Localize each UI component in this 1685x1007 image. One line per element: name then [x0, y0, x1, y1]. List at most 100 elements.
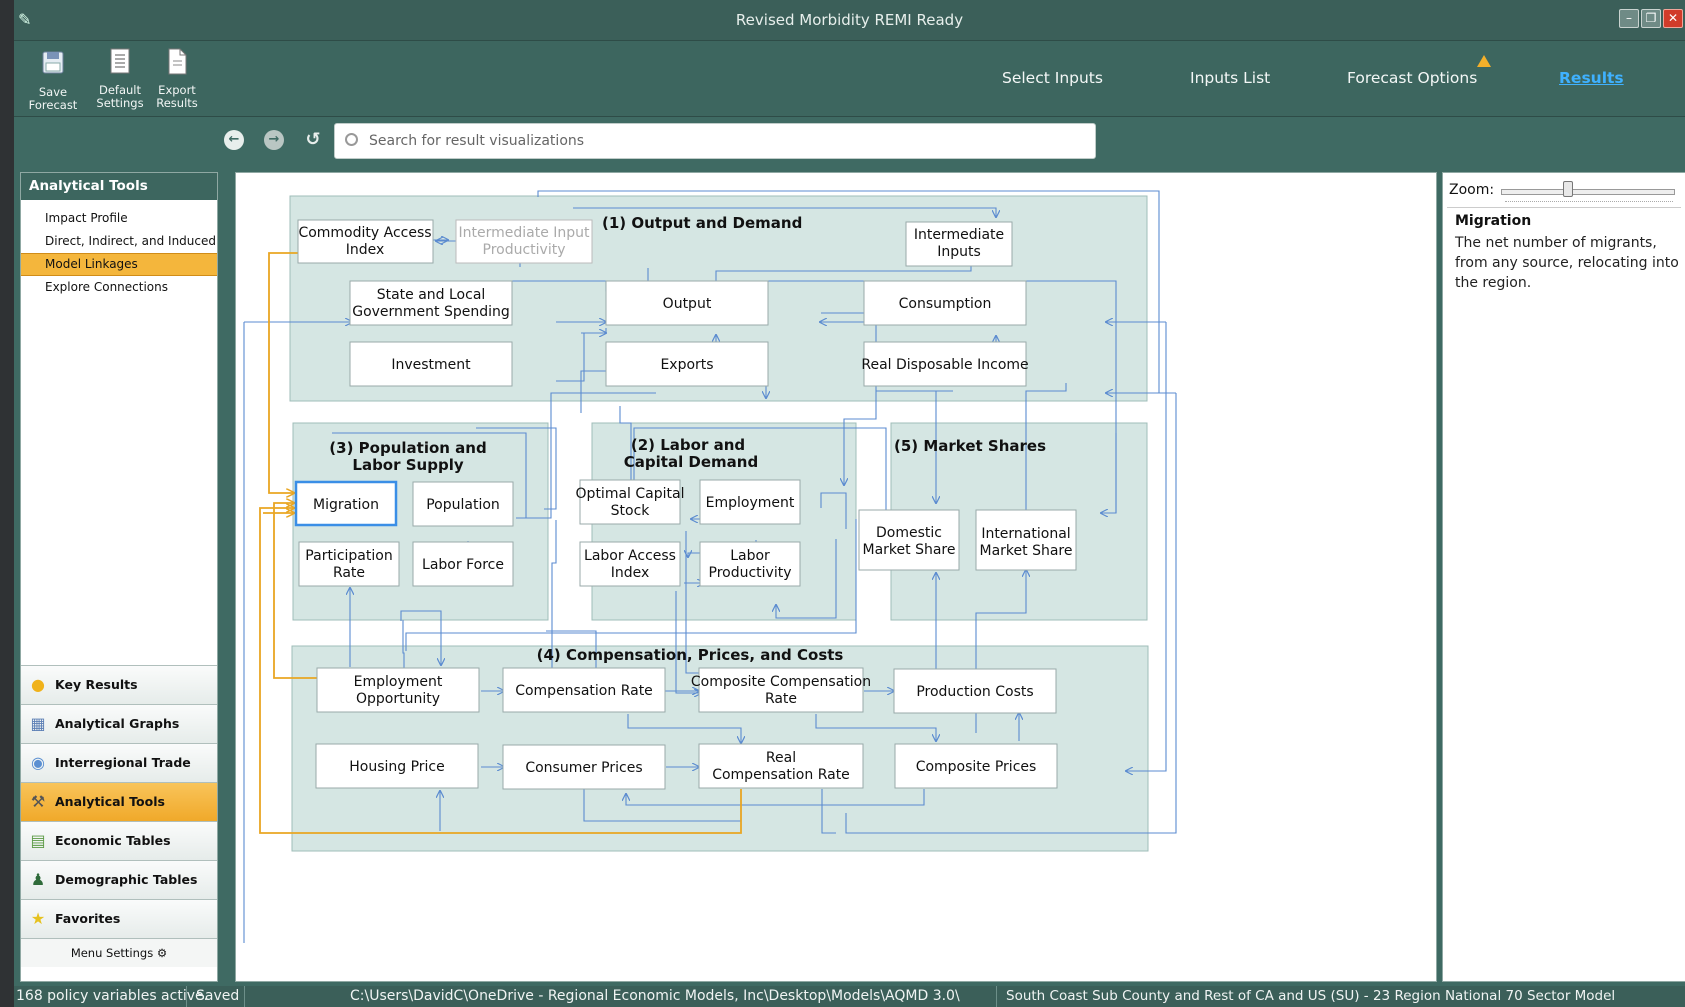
category-economic-tables[interactable]: ▤ Economic Tables	[21, 821, 217, 860]
divider	[1447, 207, 1681, 208]
back-arrow-icon[interactable]: ←	[224, 130, 244, 150]
category-label: Demographic Tables	[55, 872, 198, 887]
restore-button[interactable]: ❐	[1641, 9, 1661, 28]
node-label: Labor Access	[584, 548, 676, 564]
node-intermediate-input-productivity[interactable]: Intermediate Input Productivity	[455, 219, 593, 264]
nav-results[interactable]: Results	[1559, 69, 1624, 87]
title-bar: ✎ Revised Morbidity REMI Ready – ❐ ✕	[14, 0, 1685, 41]
node-compensation-rate[interactable]: Compensation Rate	[502, 667, 666, 713]
zoom-ticks	[1505, 198, 1673, 202]
node-consumer-prices[interactable]: Consumer Prices	[502, 744, 666, 790]
node-label: Employment	[354, 674, 443, 690]
node-labor-access-index[interactable]: Labor Access Index	[579, 541, 681, 587]
category-favorites[interactable]: ★ Favorites	[21, 899, 217, 938]
money-icon: ▤	[30, 831, 46, 850]
menu-item-direct-indirect-induced[interactable]: Direct, Indirect, and Induced	[21, 230, 217, 253]
node-real-compensation-rate[interactable]: Real Compensation Rate	[698, 743, 864, 789]
nav-inputs-list[interactable]: Inputs List	[1190, 69, 1270, 87]
node-label: Government Spending	[352, 304, 510, 320]
nav-select-inputs[interactable]: Select Inputs	[1002, 69, 1103, 87]
export-results-button[interactable]: Export Results	[152, 47, 202, 110]
category-analytical-tools[interactable]: ⚒ Analytical Tools	[21, 782, 217, 821]
node-migration[interactable]: Migration	[294, 480, 398, 527]
node-label: Investment	[391, 357, 471, 373]
node-label: Commodity Access	[298, 225, 431, 241]
node-population[interactable]: Population	[412, 481, 514, 527]
node-investment[interactable]: Investment	[349, 341, 513, 387]
node-label: Exports	[660, 357, 713, 373]
status-path: C:\Users\DavidC\OneDrive - Regional Econ…	[350, 988, 960, 1004]
node-real-disposable-income[interactable]: Real Disposable Income	[861, 341, 1029, 387]
menu-item-model-linkages[interactable]: Model Linkages	[21, 253, 217, 276]
node-housing-price[interactable]: Housing Price	[315, 743, 479, 789]
node-label: Housing Price	[349, 759, 445, 775]
menu-item-impact-profile[interactable]: Impact Profile	[21, 207, 217, 230]
category-analytical-graphs[interactable]: ▦ Analytical Graphs	[21, 704, 217, 743]
node-intermediate-inputs[interactable]: Intermediate Inputs	[905, 221, 1013, 267]
node-domestic-market-share[interactable]: Domestic Market Share	[858, 509, 960, 571]
menu-settings-button[interactable]: Menu Settings ⚙	[21, 938, 217, 967]
node-participation-rate[interactable]: Participation Rate	[298, 541, 400, 587]
status-separator	[186, 986, 187, 1007]
node-label: Productivity	[709, 565, 792, 581]
node-employment-opportunity[interactable]: Employment Opportunity	[316, 667, 480, 713]
node-label: Opportunity	[356, 691, 440, 707]
node-label: Intermediate	[914, 227, 1004, 243]
left-panel-header: Analytical Tools	[21, 173, 217, 200]
nav-forecast-options[interactable]: Forecast Options	[1347, 69, 1477, 87]
node-label: Migration	[313, 497, 379, 513]
search-bar: ← → ↺	[14, 117, 1685, 165]
zoom-slider[interactable]	[1501, 189, 1675, 195]
node-label: Employment	[706, 495, 795, 511]
category-demographic-tables[interactable]: ♟ Demographic Tables	[21, 860, 217, 899]
lightbulb-icon: ●	[31, 675, 45, 694]
node-label: Consumption	[899, 296, 992, 312]
node-composite-prices[interactable]: Composite Prices	[894, 743, 1058, 789]
graph-icon: ▦	[30, 714, 46, 733]
node-labor-productivity[interactable]: Labor Productivity	[699, 541, 801, 587]
menu-item-explore-connections[interactable]: Explore Connections	[21, 276, 217, 299]
category-label: Analytical Graphs	[55, 716, 180, 731]
node-international-market-share[interactable]: International Market Share	[975, 509, 1077, 571]
group-label-market-shares: (5) Market Shares	[894, 437, 1046, 455]
category-key-results[interactable]: ● Key Results	[21, 665, 217, 704]
node-label: Compensation Rate	[712, 767, 850, 783]
node-label: Compensation Rate	[515, 683, 653, 699]
category-label: Interregional Trade	[55, 755, 191, 770]
node-label: Market Share	[980, 543, 1073, 559]
export-doc-icon	[168, 48, 187, 75]
node-optimal-capital-stock[interactable]: Optimal Capital Stock	[576, 479, 685, 525]
search-input[interactable]	[367, 130, 1071, 152]
node-production-costs[interactable]: Production Costs	[893, 668, 1057, 714]
star-icon: ★	[30, 909, 46, 928]
zoom-slider-thumb[interactable]	[1563, 181, 1574, 197]
node-label: Participation	[305, 548, 392, 564]
node-labor-force[interactable]: Labor Force	[412, 541, 514, 587]
save-forecast-label: Save Forecast	[28, 85, 78, 112]
node-commodity-access-index[interactable]: Commodity Access Index	[297, 219, 434, 264]
node-output[interactable]: Output	[605, 280, 769, 326]
history-icon[interactable]: ↺	[303, 130, 323, 150]
default-settings-label-2: Settings	[96, 96, 144, 110]
tools-icon: ⚒	[30, 792, 46, 811]
node-composite-compensation-rate[interactable]: Composite Compensation Rate	[691, 667, 871, 713]
node-consumption[interactable]: Consumption	[863, 280, 1027, 326]
node-label: Market Share	[863, 542, 956, 558]
node-employment[interactable]: Employment	[699, 479, 801, 525]
node-label: Index	[611, 565, 650, 581]
close-button[interactable]: ✕	[1663, 9, 1683, 28]
node-label: Composite Prices	[916, 759, 1037, 775]
forward-arrow-icon[interactable]: →	[264, 130, 284, 150]
node-state-local-government-spending[interactable]: State and Local Government Spending	[349, 280, 513, 326]
save-forecast-button[interactable]: Save Forecast	[18, 47, 88, 112]
node-label: Labor Force	[422, 557, 504, 573]
default-settings-button[interactable]: Default Settings	[94, 47, 146, 110]
export-results-label-2: Results	[156, 96, 198, 110]
status-policy-count: 168 policy variables active.	[16, 988, 209, 1004]
node-label: Real Disposable Income	[861, 357, 1028, 373]
model-linkages-diagram: (1) Output and Demand (3) Population and…	[243, 190, 1177, 943]
node-exports[interactable]: Exports	[605, 341, 769, 387]
minimize-button[interactable]: –	[1619, 9, 1639, 28]
category-interregional-trade[interactable]: ◉ Interregional Trade	[21, 743, 217, 782]
node-label: Composite Compensation	[691, 674, 871, 690]
